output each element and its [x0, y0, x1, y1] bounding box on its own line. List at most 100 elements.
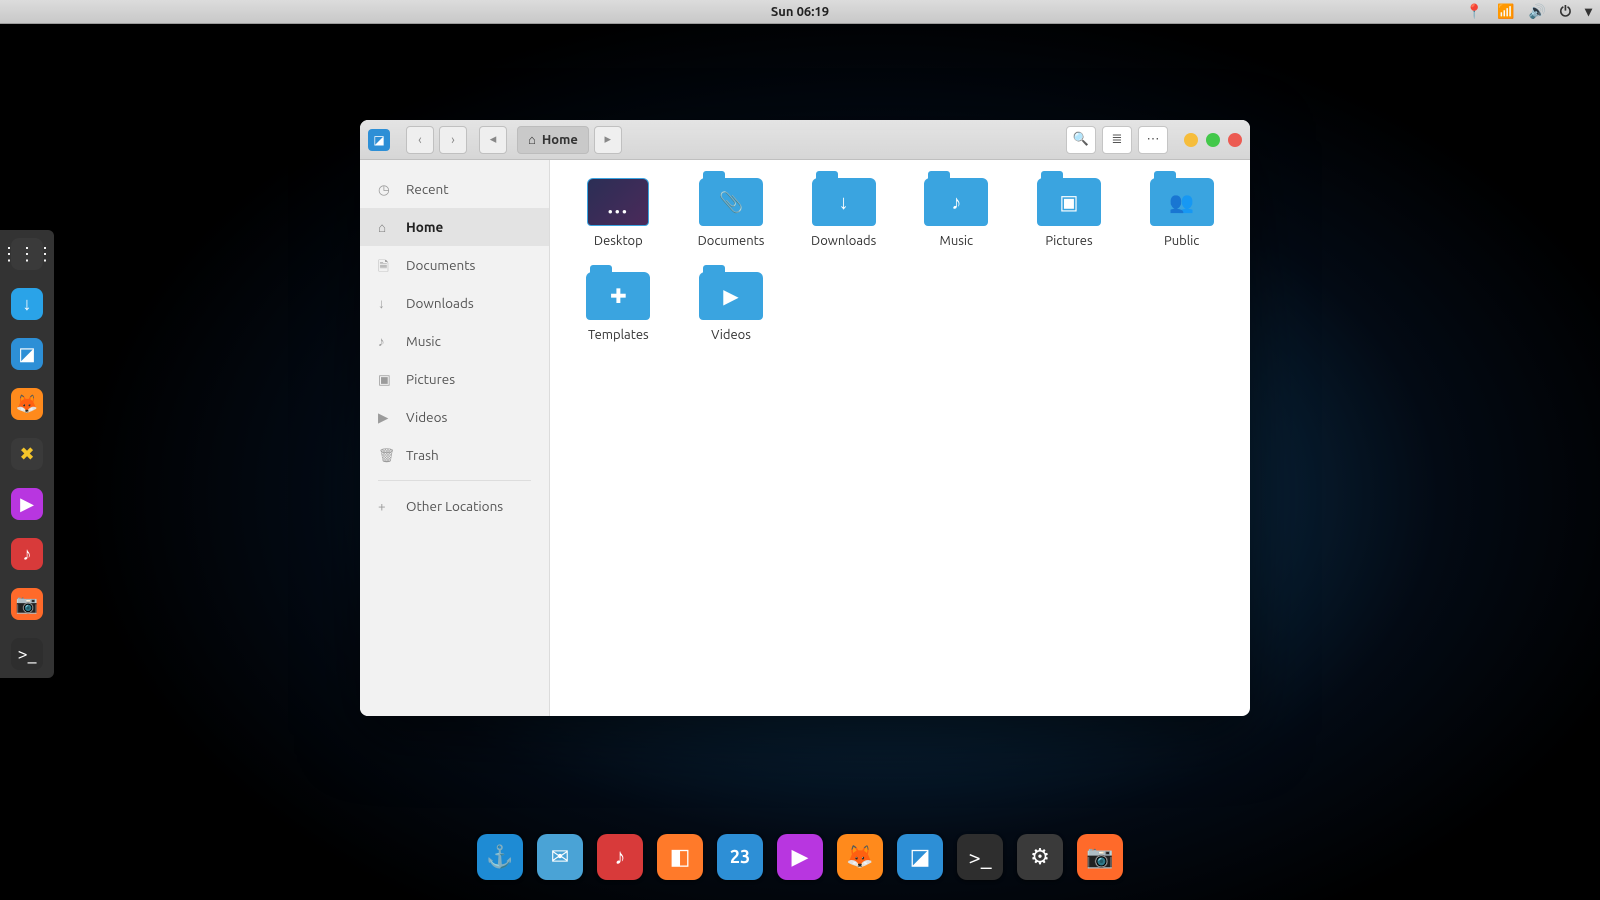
menu-chevron-icon[interactable]: ▾	[1585, 3, 1592, 20]
bottom-dock: ⚓ ✉ ♪ ◧ 23 ▶ 🦊 ◪ >_ ⚙ 📷	[465, 826, 1135, 888]
sidebar-item-documents[interactable]: 🗎 Documents	[360, 246, 549, 284]
sidebar-item-label: Recent	[406, 181, 449, 197]
sidebar-item-label: Other Locations	[406, 498, 503, 514]
video-icon: ▶	[699, 272, 763, 320]
pic-icon: ▣	[378, 371, 394, 387]
media-player-icon[interactable]: ▶	[11, 488, 43, 520]
music-icon: ♪	[378, 333, 394, 349]
folder-label: Pictures	[1045, 234, 1092, 248]
download-icon[interactable]: ↓	[11, 288, 43, 320]
finder-icon: ◪	[368, 129, 390, 151]
sidebar-item-other-locations[interactable]: + Other Locations	[360, 487, 549, 525]
down-icon: ↓	[378, 295, 394, 311]
calendar-icon[interactable]: 23	[717, 834, 763, 880]
sidebar-item-recent[interactable]: ◷ Recent	[360, 170, 549, 208]
maximize-button[interactable]	[1206, 133, 1220, 147]
nav-back-button[interactable]: ‹	[406, 126, 434, 154]
screenshot-icon[interactable]: 📷	[11, 588, 43, 620]
desktop-icon: •••	[588, 179, 648, 225]
music-icon[interactable]: ♪	[11, 538, 43, 570]
folder-music[interactable]: ♪ Music	[908, 178, 1005, 248]
sidebar-item-home[interactable]: ⌂ Home	[360, 208, 549, 246]
sidebar-item-pictures[interactable]: ▣ Pictures	[360, 360, 549, 398]
file-manager-window: ◪ ‹ › ◂ ⌂ Home ▸ 🔍 ≣ ⋯ ◷ Recent ⌂ Home 🗎 Docu…	[360, 120, 1250, 716]
clock[interactable]: Sun 06:19	[771, 5, 829, 19]
down-icon: ↓	[812, 178, 876, 226]
wifi-icon[interactable]: 📶	[1497, 3, 1514, 20]
finder-icon[interactable]: ◪	[897, 834, 943, 880]
sidebar: ◷ Recent ⌂ Home 🗎 Documents ↓ Downloads ♪ Music ▣ P…	[360, 160, 550, 716]
firefox-icon[interactable]: 🦊	[837, 834, 883, 880]
sidebar-item-label: Downloads	[406, 295, 474, 311]
anchor-icon[interactable]: ⚓	[477, 834, 523, 880]
folder-videos[interactable]: ▶ Videos	[683, 272, 780, 342]
breadcrumb-label: Home	[542, 133, 578, 147]
folder-pictures[interactable]: ▣ Pictures	[1021, 178, 1118, 248]
sidebar-item-label: Documents	[406, 257, 475, 273]
nav-forward-button[interactable]: ›	[439, 126, 467, 154]
sidebar-item-label: Trash	[406, 447, 439, 463]
folder-label: Public	[1164, 234, 1199, 248]
folder-templates[interactable]: ✚ Templates	[570, 272, 667, 342]
mail-icon[interactable]: ✉	[537, 834, 583, 880]
folder-label: Templates	[588, 328, 649, 342]
sidebar-item-downloads[interactable]: ↓ Downloads	[360, 284, 549, 322]
folder-label: Desktop	[594, 234, 643, 248]
terminal-icon[interactable]: >_	[957, 834, 1003, 880]
sidebar-item-label: Home	[406, 219, 443, 235]
folder-label: Downloads	[811, 234, 876, 248]
folder-label: Music	[940, 234, 974, 248]
minimize-button[interactable]	[1184, 133, 1198, 147]
folder-label: Documents	[698, 234, 765, 248]
view-list-button[interactable]: ≣	[1102, 126, 1132, 154]
doc-icon: 🗎	[378, 257, 394, 273]
music-icon[interactable]: ♪	[597, 834, 643, 880]
sidebar-item-label: Music	[406, 333, 441, 349]
folder-public[interactable]: 👥 Public	[1133, 178, 1230, 248]
folder-documents[interactable]: 📎 Documents	[683, 178, 780, 248]
menu-bar: Sun 06:19 📍 📶 🔊 ⏻ ▾	[0, 0, 1600, 24]
folder-desktop[interactable]: ••• Desktop	[570, 178, 667, 248]
clock-icon: ◷	[378, 181, 394, 197]
photos-icon[interactable]: ◧	[657, 834, 703, 880]
system-tray: 📍 📶 🔊 ⏻ ▾	[1466, 3, 1592, 20]
sidebar-item-videos[interactable]: ▶ Videos	[360, 398, 549, 436]
plus-icon: +	[378, 498, 394, 514]
location-icon[interactable]: 📍	[1466, 3, 1483, 20]
finder-icon[interactable]: ◪	[11, 338, 43, 370]
more-menu-button[interactable]: ⋯	[1138, 126, 1168, 154]
terminal-icon[interactable]: >_	[11, 638, 43, 670]
path-forward-button[interactable]: ▸	[594, 126, 622, 154]
puzzle-icon: ✚	[586, 272, 650, 320]
home-icon: ⌂	[528, 132, 536, 147]
media-player-icon[interactable]: ▶	[777, 834, 823, 880]
search-button[interactable]: 🔍	[1066, 126, 1096, 154]
volume-icon[interactable]: 🔊	[1528, 3, 1545, 20]
music-icon: ♪	[924, 178, 988, 226]
firefox-icon[interactable]: 🦊	[11, 388, 43, 420]
video-icon: ▶	[378, 409, 394, 425]
tool-icon[interactable]: ✖	[11, 438, 43, 470]
trash-icon: 🗑	[378, 447, 394, 463]
sidebar-item-music[interactable]: ♪ Music	[360, 322, 549, 360]
settings-icon[interactable]: ⚙	[1017, 834, 1063, 880]
home-icon: ⌂	[378, 219, 394, 235]
sidebar-item-label: Pictures	[406, 371, 455, 387]
title-bar[interactable]: ◪ ‹ › ◂ ⌂ Home ▸ 🔍 ≣ ⋯	[360, 120, 1250, 160]
clip-icon: 📎	[699, 178, 763, 226]
pic-icon: ▣	[1037, 178, 1101, 226]
power-icon[interactable]: ⏻	[1560, 3, 1571, 20]
close-button[interactable]	[1228, 133, 1242, 147]
path-back-button[interactable]: ◂	[479, 126, 507, 154]
activities-icon[interactable]: ⋮⋮⋮	[11, 238, 43, 270]
left-dash: ⋮⋮⋮ ↓ ◪ 🦊 ✖ ▶ ♪ 📷 >_	[0, 230, 54, 678]
screenshot-icon[interactable]: 📷	[1077, 834, 1123, 880]
folder-label: Videos	[711, 328, 751, 342]
folder-downloads[interactable]: ↓ Downloads	[795, 178, 892, 248]
sidebar-item-label: Videos	[406, 409, 447, 425]
sidebar-item-trash[interactable]: 🗑 Trash	[360, 436, 549, 474]
people-icon: 👥	[1150, 178, 1214, 226]
folder-grid: ••• Desktop 📎 Documents ↓ Downloads ♪ Music ▣ Pic…	[550, 160, 1250, 716]
window-controls	[1184, 133, 1242, 147]
breadcrumb-home[interactable]: ⌂ Home	[517, 126, 589, 154]
